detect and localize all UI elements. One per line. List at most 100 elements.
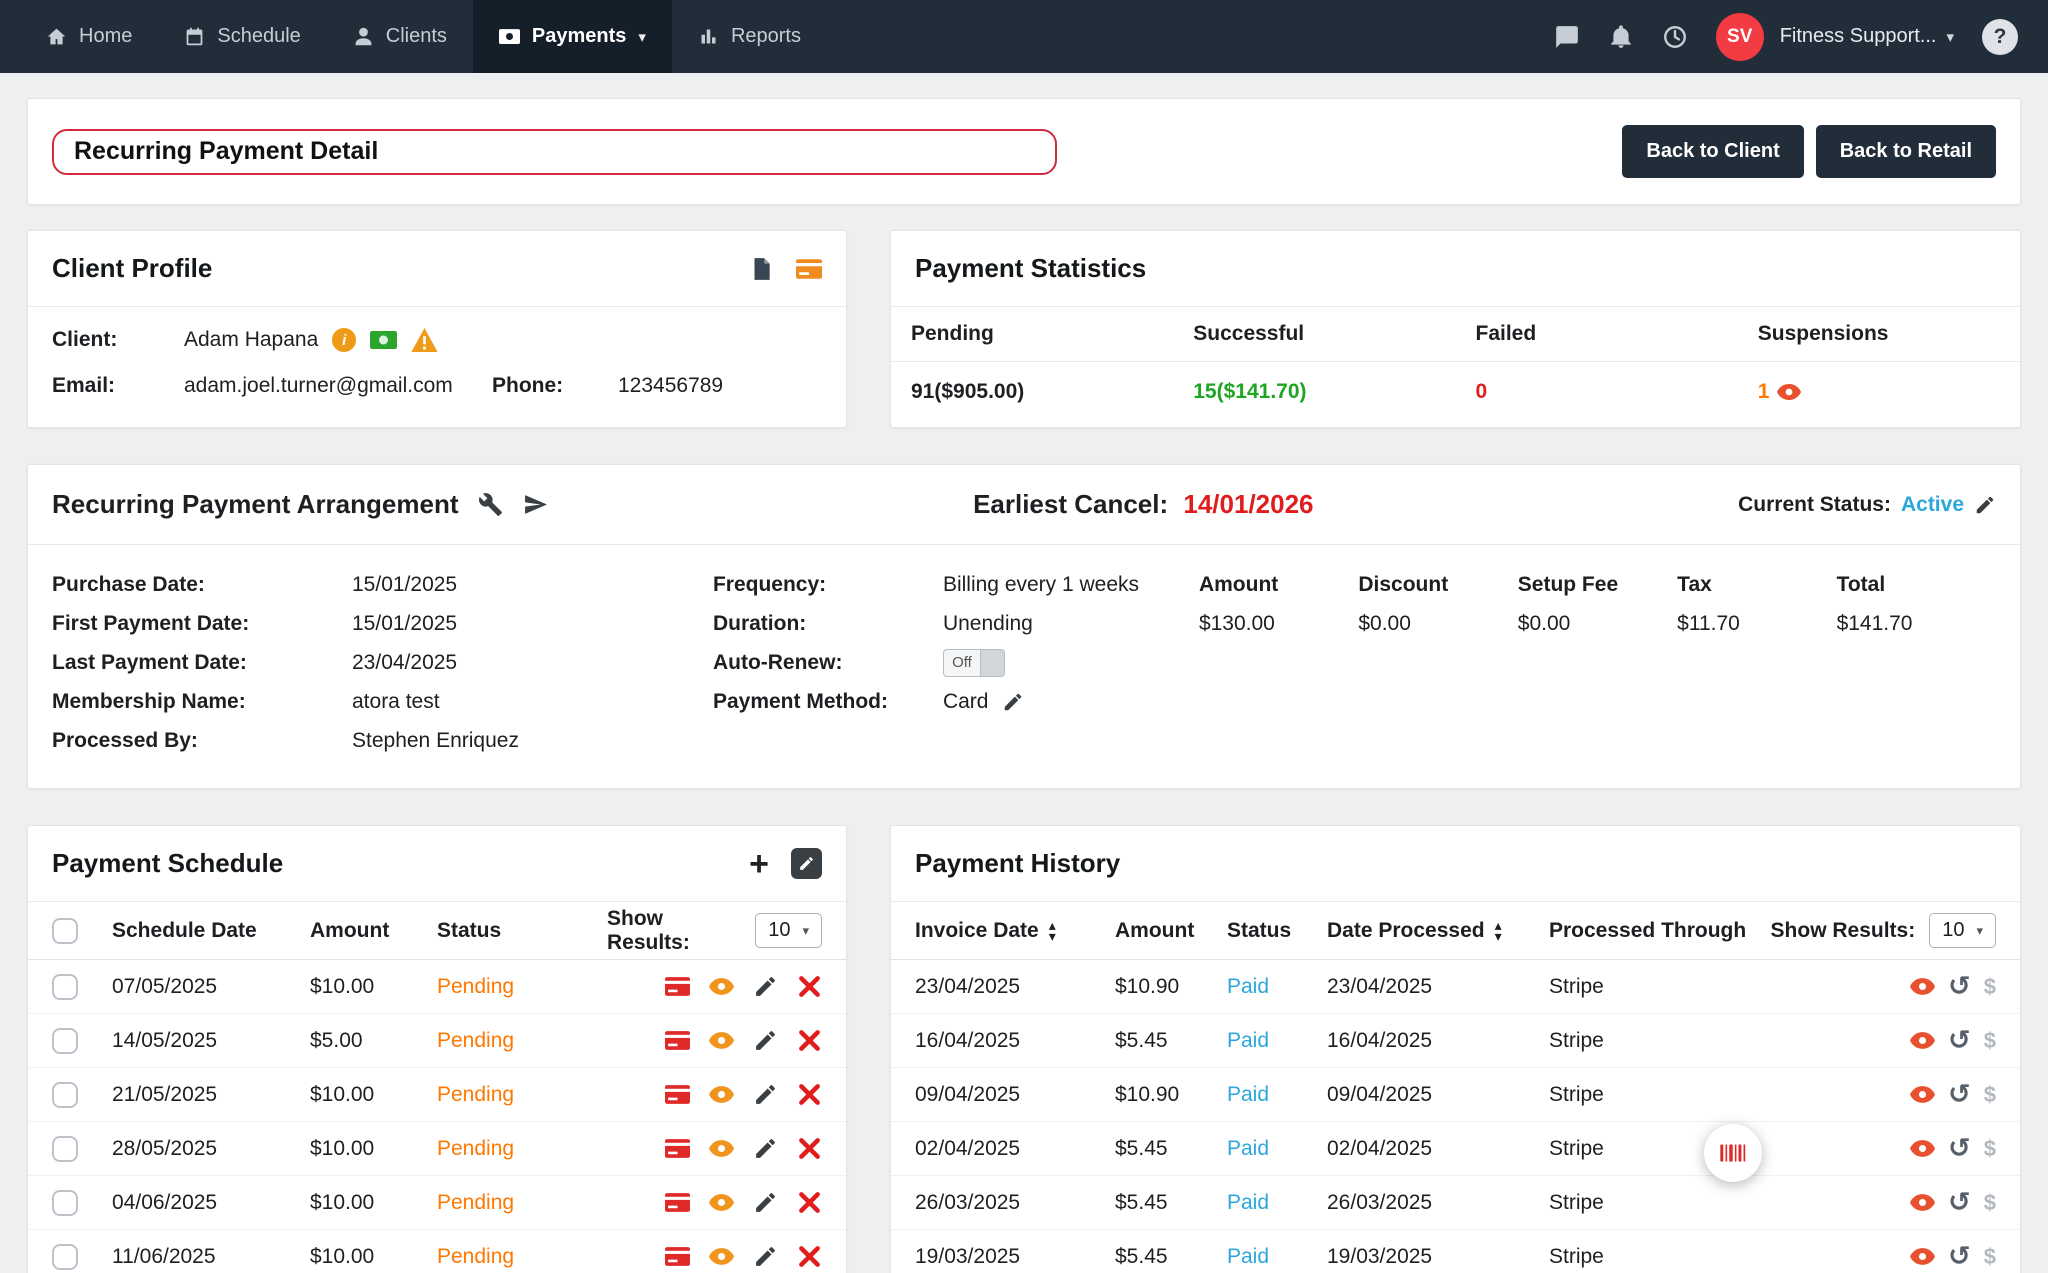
edit-status-icon[interactable]	[1974, 494, 1996, 516]
refund-icon[interactable]: ↺	[1948, 1079, 1971, 1110]
phone-label: Phone:	[492, 374, 618, 398]
add-payment-icon[interactable]: +	[749, 851, 769, 877]
edit-icon[interactable]	[753, 1028, 778, 1053]
view-icon[interactable]	[1910, 974, 1935, 999]
dollar-icon[interactable]: $	[1984, 1190, 1996, 1216]
amount-value: $130.00	[1199, 612, 1358, 636]
dollar-icon[interactable]: $	[1984, 1244, 1996, 1270]
row-checkbox[interactable]	[52, 1190, 78, 1216]
view-icon[interactable]	[1910, 1190, 1935, 1215]
client-name[interactable]: Adam Hapana	[184, 328, 318, 352]
info-icon[interactable]: i	[332, 328, 356, 352]
edit-payment-method-icon[interactable]	[1002, 691, 1024, 713]
charge-card-icon[interactable]	[665, 1190, 690, 1215]
view-icon[interactable]	[1910, 1244, 1935, 1269]
current-status-value[interactable]: Active	[1901, 493, 1964, 517]
row-actions: ↺$	[1910, 1241, 1996, 1272]
send-icon[interactable]	[523, 492, 548, 517]
charge-card-icon[interactable]	[665, 1028, 690, 1053]
bell-icon[interactable]	[1608, 24, 1634, 50]
clock-icon[interactable]	[1662, 24, 1688, 50]
barcode-launcher-button[interactable]	[1704, 1124, 1762, 1182]
invoice-date-header[interactable]: Invoice Date ▴▾	[915, 919, 1115, 943]
refund-icon[interactable]: ↺	[1948, 1241, 1971, 1272]
dollar-icon[interactable]: $	[1984, 1028, 1996, 1054]
delete-icon[interactable]	[797, 1028, 822, 1053]
view-icon[interactable]	[1910, 1028, 1935, 1053]
edit-icon[interactable]	[753, 1082, 778, 1107]
delete-icon[interactable]	[797, 1136, 822, 1161]
help-icon[interactable]: ?	[1982, 19, 2018, 55]
show-results-select[interactable]: 10 ▾	[1929, 913, 1996, 948]
delete-icon[interactable]	[797, 1190, 822, 1215]
statistics-values: 91($905.00) 15($141.70) 0 1	[891, 362, 2020, 422]
dollar-icon[interactable]: $	[1984, 974, 1996, 1000]
row-checkbox[interactable]	[52, 974, 78, 1000]
view-icon[interactable]	[709, 1244, 734, 1269]
processed-through: Stripe	[1549, 975, 1910, 999]
date-processed-header[interactable]: Date Processed ▴▾	[1327, 919, 1549, 943]
avatar[interactable]: SV	[1716, 13, 1764, 61]
nav-item-schedule[interactable]: Schedule	[158, 0, 326, 73]
nav-item-home[interactable]: Home	[20, 0, 158, 73]
dollar-icon[interactable]: $	[1984, 1136, 1996, 1162]
row-checkbox[interactable]	[52, 1082, 78, 1108]
sort-icon[interactable]: ▴▾	[1049, 920, 1056, 942]
history-amount: $10.90	[1115, 1083, 1227, 1107]
eye-icon[interactable]	[1777, 384, 1801, 400]
refund-icon[interactable]: ↺	[1948, 1025, 1971, 1056]
calendar-icon	[184, 26, 205, 47]
view-icon[interactable]	[709, 1028, 734, 1053]
wrench-icon[interactable]	[478, 492, 503, 517]
view-icon[interactable]	[1910, 1082, 1935, 1107]
sort-icon[interactable]: ▴▾	[1495, 920, 1502, 942]
row-checkbox[interactable]	[52, 1136, 78, 1162]
payment-schedule-title: Payment Schedule	[52, 848, 283, 879]
refund-icon[interactable]: ↺	[1948, 971, 1971, 1002]
cash-icon[interactable]	[370, 331, 397, 349]
charge-card-icon[interactable]	[665, 1244, 690, 1269]
row-checkbox[interactable]	[52, 1244, 78, 1270]
page-title[interactable]: Recurring Payment Detail	[52, 129, 1057, 175]
back-to-client-button[interactable]: Back to Client	[1622, 125, 1803, 178]
document-icon[interactable]	[748, 256, 774, 282]
setup-fee-header: Setup Fee	[1518, 573, 1677, 597]
show-results-select[interactable]: 10 ▾	[755, 913, 822, 948]
refund-icon[interactable]: ↺	[1948, 1187, 1971, 1218]
invoice-date: 23/04/2025	[915, 975, 1115, 999]
view-icon[interactable]	[709, 974, 734, 999]
history-amount: $5.45	[1115, 1191, 1227, 1215]
account-menu[interactable]: Fitness Support... ▾	[1780, 25, 1954, 48]
invoice-date-header-label: Invoice Date	[915, 919, 1039, 943]
charge-card-icon[interactable]	[665, 1082, 690, 1107]
delete-icon[interactable]	[797, 1082, 822, 1107]
edit-icon[interactable]	[753, 1136, 778, 1161]
auto-renew-toggle[interactable]: Off	[943, 649, 1005, 677]
back-to-retail-button[interactable]: Back to Retail	[1816, 125, 1996, 178]
select-all-checkbox[interactable]	[52, 918, 78, 944]
delete-icon[interactable]	[797, 1244, 822, 1269]
credit-card-icon[interactable]	[796, 256, 822, 282]
view-icon[interactable]	[709, 1136, 734, 1161]
view-icon[interactable]	[709, 1082, 734, 1107]
refund-icon[interactable]: ↺	[1948, 1133, 1971, 1164]
nav-item-clients[interactable]: Clients	[327, 0, 473, 73]
row-checkbox[interactable]	[52, 1028, 78, 1054]
dollar-icon[interactable]: $	[1984, 1082, 1996, 1108]
email-phone-row: Email: adam.joel.turner@gmail.com Phone:…	[52, 363, 822, 409]
view-icon[interactable]	[709, 1190, 734, 1215]
charge-card-icon[interactable]	[665, 974, 690, 999]
frequency-value: Billing every 1 weeks	[943, 573, 1139, 597]
edit-icon[interactable]	[753, 1244, 778, 1269]
view-icon[interactable]	[1910, 1136, 1935, 1161]
delete-icon[interactable]	[797, 974, 822, 999]
bulk-edit-icon[interactable]	[791, 848, 822, 879]
history-status-header: Status	[1227, 919, 1327, 943]
edit-icon[interactable]	[753, 1190, 778, 1215]
nav-item-payments[interactable]: Payments ▾	[473, 0, 672, 73]
charge-card-icon[interactable]	[665, 1136, 690, 1161]
warning-icon[interactable]	[411, 328, 438, 352]
edit-icon[interactable]	[753, 974, 778, 999]
chat-icon[interactable]	[1554, 24, 1580, 50]
nav-item-reports[interactable]: Reports	[672, 0, 827, 73]
